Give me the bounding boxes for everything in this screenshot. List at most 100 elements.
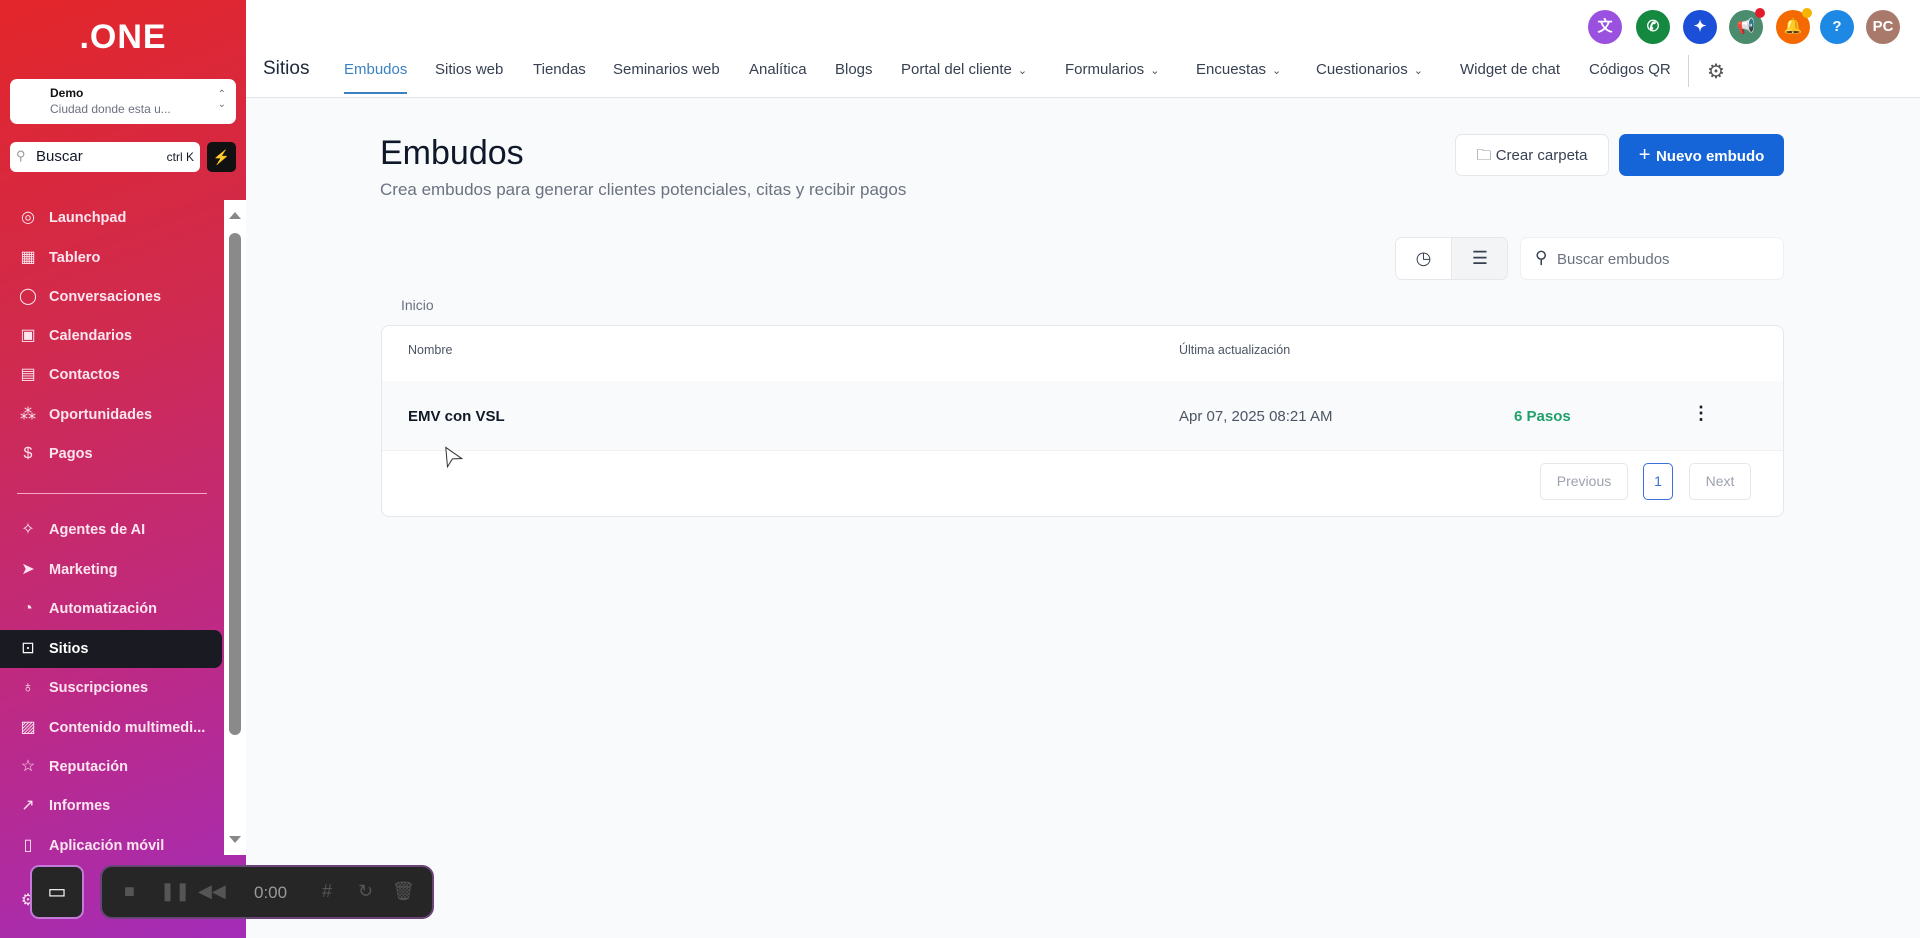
grid-icon: ▦ (20, 249, 36, 266)
tab-portal-cliente[interactable]: Portal del cliente ⌄ (901, 61, 1027, 78)
funnels-table: Nombre Última actualización EMV con VSL … (381, 325, 1784, 517)
breadcrumb[interactable]: Inicio (401, 297, 434, 313)
tab-seminarios-web[interactable]: Seminarios web (613, 61, 720, 78)
bell-icon[interactable]: 🔔 (1776, 8, 1812, 44)
automation-icon: ◔ (23, 600, 33, 617)
sidebar-item-conversaciones[interactable]: ◯ Conversaciones (0, 278, 222, 316)
sidebar-item-label: Contactos (49, 367, 120, 383)
sidebar-item-aplicacion-movil[interactable]: ▯ Aplicación móvil (0, 827, 222, 865)
page-title: Embudos (380, 134, 524, 172)
sidebar-item-sitios[interactable]: ⊡ Sitios (0, 630, 222, 668)
chevron-down-icon: ⌄ (1150, 65, 1160, 77)
logo: .ONE (79, 18, 167, 56)
scroll-down-icon[interactable] (229, 836, 241, 843)
sidebar-item-marketing[interactable]: ➤ Marketing (0, 551, 222, 589)
quick-action-button[interactable]: ⚡ (207, 142, 236, 172)
restart-icon[interactable]: ↻ (358, 881, 373, 902)
translate-icon[interactable]: 文 (1588, 10, 1622, 44)
phone-call-icon[interactable]: ✆ (1636, 10, 1670, 44)
trash-icon[interactable]: 🗑 (392, 881, 415, 902)
scroll-thumb[interactable] (229, 233, 241, 735)
sidebar-item-label: Oportunidades (49, 407, 153, 423)
page-1-button[interactable]: 1 (1643, 463, 1673, 500)
search-icon: ⚲ (1535, 248, 1548, 267)
chevron-updown-icon: ⌃ ⌄ (217, 89, 226, 110)
sidebar-item-contenido[interactable]: ▨ Contenido multimedi... (0, 709, 222, 747)
kebab-menu-icon[interactable]: ⋮ (1692, 403, 1710, 424)
sidebar-divider (17, 493, 207, 494)
rewind-icon[interactable]: ◀◀ (198, 881, 226, 902)
tab-widget-chat[interactable]: Widget de chat (1460, 61, 1560, 78)
sidebar-item-tablero[interactable]: ▦ Tablero (0, 239, 222, 277)
sidebar-item-agentes-ai[interactable]: ✧ Agentes de AI (0, 511, 222, 549)
sidebar-item-contactos[interactable]: ▤ Contactos (0, 356, 222, 394)
camera-button[interactable]: ▭ (30, 865, 84, 919)
invoice-icon: $ (23, 445, 33, 462)
table-row[interactable]: EMV con VSL Apr 07, 2025 08:21 AM 6 Paso… (382, 381, 1783, 451)
ai-sparkle-icon[interactable]: ✦ (1683, 10, 1717, 44)
clock-icon[interactable]: ◷ (1396, 238, 1452, 279)
new-funnel-button[interactable]: + Nuevo embudo (1619, 134, 1784, 176)
tab-embudos[interactable]: Embudos (344, 61, 408, 94)
view-toggle: ◷ ☰ (1395, 237, 1508, 280)
image-icon: ▨ (20, 719, 36, 736)
sidebar-item-label: Launchpad (49, 210, 127, 226)
sidebar-item-launchpad[interactable]: ◎ Launchpad (0, 199, 222, 237)
gear-icon[interactable]: ⚙ (1707, 59, 1725, 84)
chat-icon: ◯ (19, 288, 37, 305)
button-label: Crear carpeta (1495, 147, 1588, 164)
stop-icon[interactable]: ■ (124, 881, 135, 902)
sidebar-scrollbar[interactable] (224, 200, 246, 855)
globe-window-icon: ⊡ (21, 640, 35, 657)
sidebar-item-pagos[interactable]: $ Pagos (0, 435, 222, 473)
sidebar-item-suscripciones[interactable]: ♁ Suscripciones (0, 669, 222, 707)
recorder-toolbar: ■ ❚❚ ◀◀ 0:00 # ↻ 🗑 (100, 865, 434, 919)
location-switcher[interactable]: Demo Ciudad donde esta u... ⌃ ⌄ (10, 79, 236, 124)
sidebar-search[interactable]: ⚲ Buscar ctrl K (10, 142, 200, 172)
sidebar-item-calendarios[interactable]: ▣ Calendarios (0, 317, 222, 355)
button-label: Nuevo embudo (1655, 148, 1765, 165)
tab-blogs[interactable]: Blogs (835, 61, 873, 78)
tab-analitica[interactable]: Analítica (749, 61, 807, 78)
sidebar-item-label: Contenido multimedi... (49, 720, 206, 736)
tab-encuestas[interactable]: Encuestas ⌄ (1196, 61, 1281, 78)
scroll-up-icon[interactable] (229, 212, 241, 219)
sidebar-item-automatizacion[interactable]: ◔ Automatización (0, 590, 222, 628)
chevron-down-icon: ⌄ (1413, 65, 1423, 77)
grid-icon[interactable]: # (322, 881, 332, 902)
sidebar: .ONE Demo Ciudad donde esta u... ⌃ ⌄ ⚲ Bu… (0, 0, 246, 938)
location-name: Demo (50, 86, 84, 100)
tab-formularios[interactable]: Formularios ⌄ (1065, 61, 1159, 78)
sidebar-item-label: Conversaciones (49, 289, 162, 305)
funnel-name[interactable]: EMV con VSL (408, 408, 505, 425)
sidebar-item-informes[interactable]: ↗ Informes (0, 787, 222, 825)
sidebar-item-label: Marketing (49, 562, 118, 578)
next-page-button[interactable]: Next (1689, 463, 1751, 500)
tab-tiendas[interactable]: Tiendas (533, 61, 586, 78)
plus-icon: + (1638, 144, 1656, 166)
help-icon[interactable]: ? (1820, 10, 1854, 44)
sidebar-item-oportunidades[interactable]: ⁂ Oportunidades (0, 396, 222, 434)
sidebar-item-label: Suscripciones (49, 680, 149, 696)
sidebar-item-label: Agentes de AI (49, 522, 146, 538)
rocket-icon: ◎ (21, 209, 35, 226)
tab-sitios-web[interactable]: Sitios web (435, 61, 503, 78)
pause-icon[interactable]: ❚❚ (160, 881, 190, 902)
tab-codigos-qr[interactable]: Códigos QR (1589, 61, 1671, 78)
search-label: Buscar (36, 148, 83, 165)
funnel-updated: Apr 07, 2025 08:21 AM (1179, 408, 1333, 425)
tab-divider (1688, 55, 1689, 87)
megaphone-icon[interactable]: 📢 (1729, 8, 1765, 44)
sidebar-item-label: Calendarios (49, 328, 132, 344)
previous-page-button[interactable]: Previous (1540, 463, 1628, 500)
sidebar-item-reputacion[interactable]: ☆ Reputación (0, 748, 222, 786)
sidebar-item-label: Informes (49, 798, 111, 814)
list-icon[interactable]: ☰ (1452, 238, 1507, 279)
tab-cuestionarios[interactable]: Cuestionarios ⌄ (1316, 61, 1423, 78)
calendar-icon: ▣ (20, 327, 36, 344)
create-folder-button[interactable]: 🗀 Crear carpeta (1455, 134, 1609, 176)
location-subtitle: Ciudad donde esta u... (50, 102, 171, 116)
funnel-search-input[interactable]: ⚲ Buscar embudos (1520, 237, 1784, 280)
page-subtitle: Crea embudos para generar clientes poten… (380, 180, 907, 199)
avatar[interactable]: PC (1866, 10, 1900, 44)
